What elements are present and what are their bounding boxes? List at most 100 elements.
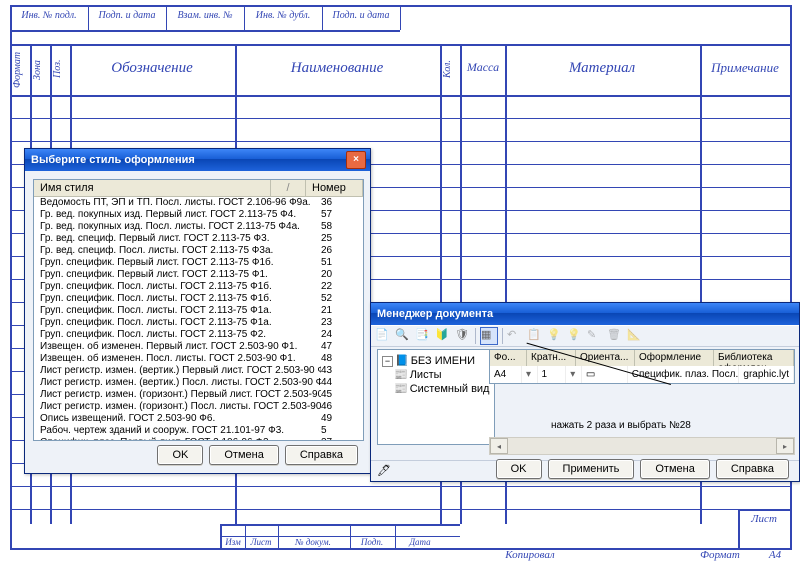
scroll-right-icon[interactable]: ▸ bbox=[776, 438, 794, 454]
list-item[interactable]: Гр. вед. специф. Посл. листы. ГОСТ 2.113… bbox=[34, 245, 363, 257]
tree-view[interactable]: −📘БЕЗ ИМЕНИ 📰Листы 📰Системный вид bbox=[377, 349, 495, 445]
list-item[interactable]: Гр. вед. специф. Первый лист. ГОСТ 2.113… bbox=[34, 233, 363, 245]
list-header[interactable]: Имя стиля / Номер bbox=[34, 180, 363, 197]
status-icon: 🖊 bbox=[377, 464, 391, 477]
sheet-line bbox=[10, 509, 790, 510]
stamp-copy: Копировал bbox=[480, 549, 580, 561]
header-cell: Взам. инв. № bbox=[168, 10, 242, 21]
titlebar[interactable]: Менеджер документа bbox=[371, 303, 799, 325]
doc-icon: 📘 bbox=[395, 354, 409, 368]
stamp-sheet: Лист bbox=[740, 513, 788, 525]
header-cell: Подп. и дата bbox=[324, 10, 398, 21]
cancel-button[interactable]: Отмена bbox=[209, 445, 278, 465]
doc-manager-dialog: Менеджер документа 📄 🔍 📑 🔰 🛡 ▦ ↶ 📋 💡 💡 ✎… bbox=[370, 302, 800, 482]
col-number[interactable]: Номер bbox=[306, 180, 363, 196]
list-item[interactable]: Лист регистр. измен. (вертик.) Первый ли… bbox=[34, 365, 363, 377]
scroll-left-icon[interactable]: ◂ bbox=[490, 438, 508, 454]
list-item[interactable]: Лист регистр. измен. (вертик.) Посл. лис… bbox=[34, 377, 363, 389]
minus-icon[interactable]: − bbox=[382, 356, 393, 367]
tool-icon[interactable]: 📑 bbox=[415, 328, 431, 344]
separator bbox=[475, 328, 476, 344]
separator bbox=[502, 328, 503, 344]
stamp-docnum: № докум. bbox=[279, 537, 347, 547]
sheet-line bbox=[738, 509, 790, 511]
sort-indicator[interactable]: / bbox=[271, 180, 306, 196]
list-item[interactable]: Груп. специфик. Первый лист. ГОСТ 2.113-… bbox=[34, 257, 363, 269]
ok-button[interactable]: OK bbox=[157, 445, 203, 465]
style-list[interactable]: Имя стиля / Номер Ведомость ПТ, ЭП и ТП.… bbox=[33, 179, 364, 441]
list-item[interactable]: Груп. специфик. Посл. листы. ГОСТ 2.113-… bbox=[34, 305, 363, 317]
tool-icon[interactable]: 📄 bbox=[375, 328, 391, 344]
cancel-button[interactable]: Отмена bbox=[640, 459, 709, 479]
tool-icon-active[interactable]: ▦ bbox=[480, 327, 498, 345]
dialog-title: Менеджер документа bbox=[375, 308, 795, 320]
col-stylename[interactable]: Имя стиля bbox=[34, 180, 271, 196]
stamp-list: Лист bbox=[246, 537, 276, 547]
help-button[interactable]: Справка bbox=[716, 459, 789, 479]
tree-item[interactable]: 📰Системный вид bbox=[382, 382, 490, 396]
col-name: Наименование bbox=[237, 60, 437, 77]
dialog-title: Выберите стиль оформления bbox=[29, 154, 346, 166]
annotation-text: нажать 2 раза и выбрать №28 bbox=[551, 420, 691, 431]
list-item[interactable]: Ведомость ПТ, ЭП и ТП. Посл. листы. ГОСТ… bbox=[34, 197, 363, 209]
sheet-line bbox=[244, 5, 245, 30]
col-format: Формат bbox=[12, 72, 23, 88]
h-scrollbar[interactable]: ◂ ▸ bbox=[489, 437, 795, 455]
col-note: Примечание bbox=[702, 60, 788, 76]
list-item[interactable]: Рабоч. чертеж зданий и сооруж. ГОСТ 21.1… bbox=[34, 425, 363, 437]
list-item[interactable]: Груп. специфик. Посл. листы. ГОСТ 2.113-… bbox=[34, 281, 363, 293]
apply-button[interactable]: Применить bbox=[548, 459, 635, 479]
sheet-line bbox=[10, 30, 400, 32]
list-item[interactable]: Груп. специфик. Посл. листы. ГОСТ 2.113-… bbox=[34, 317, 363, 329]
tree-item[interactable]: 📰Листы bbox=[382, 368, 490, 382]
sheet-line bbox=[400, 5, 401, 30]
tool-icon[interactable]: ↶ bbox=[507, 328, 523, 344]
tool-icon[interactable]: 📋 bbox=[527, 328, 543, 344]
list-item[interactable]: Гр. вед. покупных изд. Посл. листы. ГОСТ… bbox=[34, 221, 363, 233]
header-cell: Инв. № подл. bbox=[12, 10, 86, 21]
tool-icon[interactable]: 🗑 bbox=[607, 328, 623, 344]
list-item[interactable]: Груп. специфик. Первый лист. ГОСТ 2.113-… bbox=[34, 269, 363, 281]
sheet-line bbox=[220, 524, 460, 526]
tool-icon[interactable]: ✎ bbox=[587, 328, 603, 344]
stamp-format: Формат bbox=[690, 549, 750, 561]
header-cell: Подп. и дата bbox=[90, 10, 164, 21]
list-item[interactable]: Опись извещений. ГОСТ 2.503-90 Ф6.49 bbox=[34, 413, 363, 425]
list-item[interactable]: Извещен. об изменен. Первый лист. ГОСТ 2… bbox=[34, 341, 363, 353]
tool-icon[interactable]: 💡 bbox=[567, 328, 583, 344]
list-item[interactable]: Груп. специфик. Посл. листы. ГОСТ 2.113-… bbox=[34, 329, 363, 341]
dropdown-icon[interactable]: ▾ bbox=[522, 366, 538, 383]
scroll-track[interactable] bbox=[508, 438, 776, 454]
stamp-sign: Подп. bbox=[351, 537, 393, 547]
tree-root[interactable]: −📘БЕЗ ИМЕНИ bbox=[382, 354, 490, 368]
list-item[interactable]: Специфик. плаз. Первый лист. ГОСТ 2.106-… bbox=[34, 437, 363, 441]
col-material: Материал bbox=[507, 60, 697, 77]
sheet-line bbox=[10, 486, 790, 487]
col-qty: Кол. bbox=[442, 62, 453, 78]
col-mass: Масса bbox=[462, 60, 504, 75]
tool-icon[interactable]: 🔰 bbox=[435, 328, 451, 344]
tool-icon[interactable]: 🔍 bbox=[395, 328, 411, 344]
sheet-line bbox=[10, 141, 790, 142]
close-icon[interactable]: × bbox=[346, 151, 366, 169]
list-body[interactable]: Ведомость ПТ, ЭП и ТП. Посл. листы. ГОСТ… bbox=[34, 197, 363, 441]
list-item[interactable]: Лист регистр. измен. (горизонт.) Первый … bbox=[34, 389, 363, 401]
help-button[interactable]: Справка bbox=[285, 445, 358, 465]
sheets-icon: 📰 bbox=[394, 368, 408, 382]
list-item[interactable]: Груп. специфик. Посл. листы. ГОСТ 2.113-… bbox=[34, 293, 363, 305]
orient-icon[interactable]: ▭ bbox=[582, 366, 628, 383]
list-item[interactable]: Гр. вед. покупных изд. Первый лист. ГОСТ… bbox=[34, 209, 363, 221]
tool-icon[interactable]: 💡 bbox=[547, 328, 563, 344]
sheet-line bbox=[166, 5, 167, 30]
stamp-izm: Изм bbox=[222, 537, 244, 547]
ok-button[interactable]: OK bbox=[496, 459, 542, 479]
col-pos: Поз. bbox=[52, 62, 63, 78]
dropdown-icon[interactable]: ▾ bbox=[566, 366, 582, 383]
tool-icon[interactable]: 📐 bbox=[627, 328, 643, 344]
stamp-date: Дата bbox=[396, 537, 444, 547]
list-item[interactable]: Лист регистр. измен. (горизонт.) Посл. л… bbox=[34, 401, 363, 413]
list-item[interactable]: Извещен. об изменен. Посл. листы. ГОСТ 2… bbox=[34, 353, 363, 365]
col-zona: Зона bbox=[32, 64, 43, 80]
tool-icon[interactable]: 🛡 bbox=[455, 328, 471, 344]
titlebar[interactable]: Выберите стиль оформления × bbox=[25, 149, 370, 171]
